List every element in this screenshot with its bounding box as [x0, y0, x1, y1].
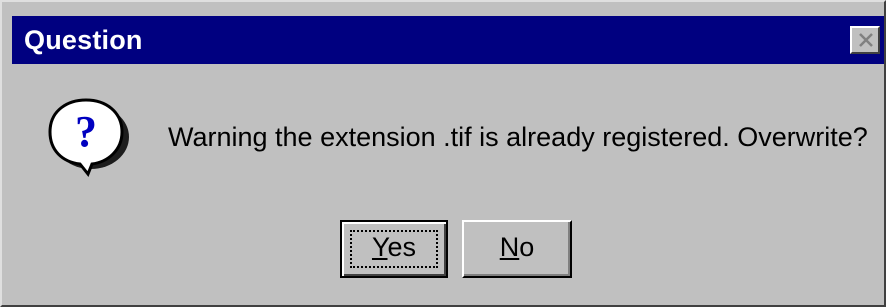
dialog-message: Warning the extension .tif is already re… — [168, 122, 868, 152]
question-icon: ? — [48, 98, 129, 177]
yes-button-label: Yes — [371, 232, 417, 262]
close-icon — [859, 33, 873, 47]
no-button-label: No — [499, 232, 535, 262]
yes-button[interactable]: Yes — [340, 220, 448, 278]
close-button[interactable] — [850, 26, 880, 54]
dialog-title: Question — [24, 25, 143, 55]
no-button[interactable]: No — [462, 220, 572, 278]
title-bar[interactable]: Question — [12, 16, 884, 64]
svg-text:?: ? — [75, 107, 97, 156]
question-dialog: Question ? Warning the extension .tif is… — [0, 0, 886, 307]
